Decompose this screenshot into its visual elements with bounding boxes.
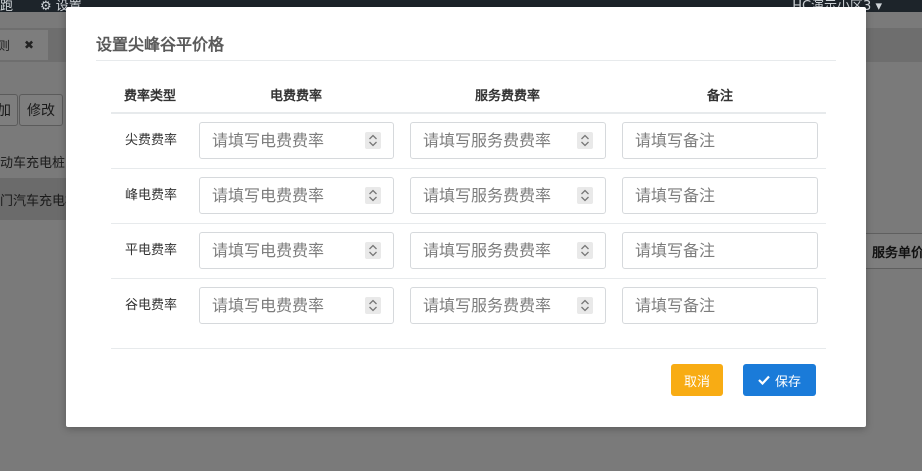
title-divider [96, 60, 836, 61]
rate-type-label: 尖费费率 [125, 133, 178, 148]
table-row: 平电费率 请填写电费费率 请填写服务费费率 请填写备注 [111, 223, 826, 279]
close-icon[interactable]: ✖ [24, 38, 34, 52]
remark-placeholder: 请填写备注 [635, 186, 716, 205]
service-rate-placeholder: 请填写服务费费率 [423, 186, 552, 205]
service-rate-input[interactable]: 请填写服务费费率 [410, 122, 606, 159]
list-item[interactable]: 动车充电桩 [0, 152, 65, 171]
electric-rate-placeholder: 请填写电费费率 [212, 296, 325, 315]
table-header: 费率类型 电费费率 服务费费率 备注 [111, 85, 826, 114]
electric-rate-placeholder: 请填写电费费率 [212, 131, 325, 150]
page-tab[interactable]: 则 ✖ [0, 30, 48, 60]
add-button-label: 加 [0, 103, 11, 119]
add-button[interactable]: 加 [0, 94, 18, 126]
electric-rate-input[interactable]: 请填写电费费率 [199, 122, 394, 159]
save-button-label: 保存 [774, 374, 801, 390]
electric-rate-input[interactable]: 请填写电费费率 [199, 287, 394, 324]
dialog-title: 设置尖峰谷平价格 [96, 35, 225, 54]
remark-input[interactable]: 请填写备注 [622, 232, 818, 269]
rate-type-label: 平电费率 [125, 243, 178, 258]
save-button[interactable]: 保存 [743, 364, 816, 396]
peak-valley-price-dialog: 设置尖峰谷平价格 费率类型 电费费率 服务费费率 备注 尖费费率 请填写电费费率… [66, 7, 866, 427]
page-tab-label: 则 [0, 38, 11, 53]
gear-icon: ⚙ [40, 0, 52, 14]
remark-placeholder: 请填写备注 [635, 131, 716, 150]
remark-input[interactable]: 请填写备注 [622, 287, 818, 324]
service-rate-placeholder: 请填写服务费费率 [423, 131, 552, 150]
remark-input[interactable]: 请填写备注 [622, 122, 818, 159]
spinner-icon[interactable] [365, 297, 381, 314]
spinner-icon[interactable] [577, 297, 593, 314]
electric-rate-placeholder: 请填写电费费率 [212, 241, 325, 260]
electric-rate-input[interactable]: 请填写电费费率 [199, 177, 394, 214]
electric-rate-input[interactable]: 请填写电费费率 [199, 232, 394, 269]
edit-button[interactable]: 修改 [19, 94, 63, 126]
header-electric-rate: 电费费率 [270, 89, 323, 104]
table-row: 尖费费率 请填写电费费率 请填写服务费费率 请填写备注 [111, 113, 826, 169]
service-rate-input[interactable]: 请填写服务费费率 [410, 177, 606, 214]
electric-rate-placeholder: 请填写电费费率 [212, 186, 325, 205]
service-price-header: 服务单价 [860, 233, 922, 269]
remark-placeholder: 请填写备注 [635, 296, 716, 315]
header-service-rate: 服务费费率 [475, 89, 541, 104]
check-icon [758, 375, 770, 385]
spinner-icon[interactable] [577, 187, 593, 204]
service-rate-input[interactable]: 请填写服务费费率 [410, 287, 606, 324]
remark-input[interactable]: 请填写备注 [622, 177, 818, 214]
topbar-left-text[interactable]: 跑 [0, 0, 13, 14]
table-row: 峰电费率 请填写电费费率 请填写服务费费率 请填写备注 [111, 168, 826, 224]
cancel-button[interactable]: 取消 [671, 364, 723, 396]
spinner-icon[interactable] [577, 242, 593, 259]
rate-type-label: 谷电费率 [125, 298, 178, 313]
edit-button-label: 修改 [27, 103, 55, 119]
service-rate-placeholder: 请填写服务费费率 [423, 241, 552, 260]
spinner-icon[interactable] [577, 132, 593, 149]
spinner-icon[interactable] [365, 242, 381, 259]
rate-type-label: 峰电费率 [125, 188, 178, 203]
table-row: 谷电费率 请填写电费费率 请填写服务费费率 请填写备注 [111, 278, 826, 349]
service-rate-input[interactable]: 请填写服务费费率 [410, 232, 606, 269]
spinner-icon[interactable] [365, 132, 381, 149]
caret-down-icon: ▾ [875, 0, 882, 14]
service-rate-placeholder: 请填写服务费费率 [423, 296, 552, 315]
header-rate-type: 费率类型 [124, 89, 177, 104]
cancel-button-label: 取消 [683, 374, 710, 390]
remark-placeholder: 请填写备注 [635, 241, 716, 260]
header-remark: 备注 [707, 89, 734, 104]
spinner-icon[interactable] [365, 187, 381, 204]
